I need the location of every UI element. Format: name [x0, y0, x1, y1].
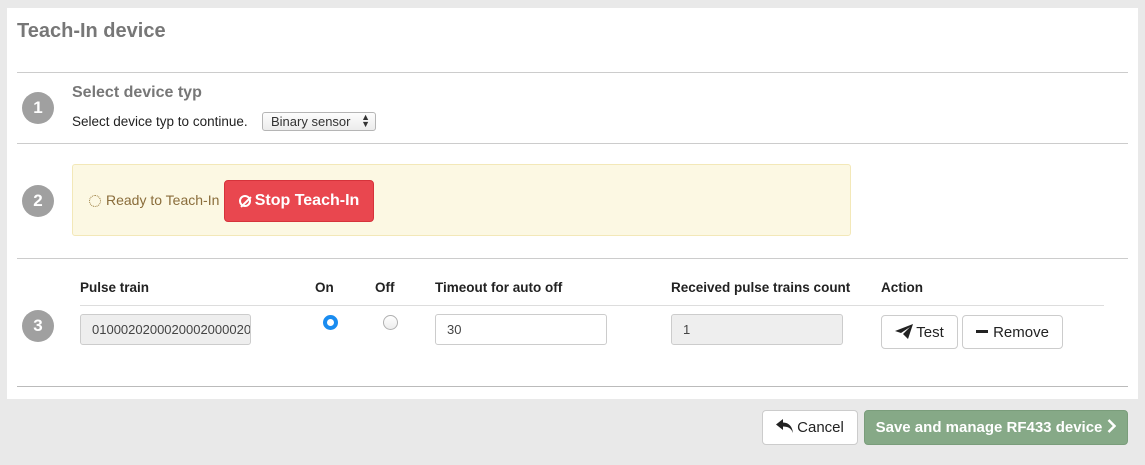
minus-icon [976, 329, 989, 333]
test-button-label: Test [916, 323, 944, 341]
cancel-button[interactable]: Cancel [762, 410, 858, 445]
remove-button[interactable]: Remove [962, 315, 1063, 349]
device-type-select[interactable]: Binary sensor ▲ ▼ [262, 112, 376, 131]
panel-title: Teach-In device [17, 20, 166, 42]
column-header-off: Off [375, 280, 395, 295]
teach-in-status-alert: Ready to Teach-In Stop Teach-In [72, 164, 851, 236]
column-header-action: Action [881, 280, 923, 295]
divider [17, 72, 1128, 73]
teach-in-status-text: Ready to Teach-In [106, 192, 220, 208]
stop-teach-in-label: Stop Teach-In [254, 192, 360, 209]
on-radio[interactable] [323, 315, 338, 330]
step-1-prompt: Select device typ to continue. [72, 114, 248, 129]
remove-button-label: Remove [993, 323, 1049, 341]
spinner-icon [89, 195, 101, 207]
table-header-rule [80, 305, 1104, 306]
column-header-pulse-train: Pulse train [80, 280, 150, 295]
step-2-badge: 2 [22, 185, 54, 217]
ban-icon [238, 195, 251, 207]
cancel-button-label: Cancel [797, 419, 844, 436]
undo-icon [776, 419, 794, 433]
step-3-badge: 3 [22, 310, 54, 342]
pulse-train-field[interactable]: 0100020200020002000020 [80, 314, 251, 345]
received-count-field: 1 [671, 314, 843, 345]
teach-in-panel: Teach-In device 1 Select device typ Sele… [7, 8, 1138, 399]
divider [17, 143, 1128, 144]
device-type-selected-value: Binary sensor [271, 114, 351, 129]
test-button[interactable]: Test [881, 315, 958, 349]
chevron-right-icon [1108, 419, 1117, 433]
save-button-label: Save and manage RF433 device [875, 419, 1103, 436]
step-1-title: Select device typ [72, 84, 202, 101]
bottom-rule [17, 386, 1128, 387]
off-radio[interactable] [383, 315, 398, 330]
save-and-manage-button[interactable]: Save and manage RF433 device [864, 410, 1128, 445]
select-arrows-icon: ▲ ▼ [361, 112, 370, 129]
divider [17, 258, 1128, 259]
paper-plane-icon [895, 323, 914, 339]
page-background: Teach-In device 1 Select device typ Sele… [0, 0, 1145, 465]
column-header-on: On [315, 280, 334, 295]
column-header-timeout: Timeout for auto off [435, 280, 563, 295]
column-header-received-count: Received pulse trains count [671, 280, 851, 295]
timeout-input[interactable]: 30 [435, 314, 607, 345]
step-1-badge: 1 [22, 92, 54, 124]
stop-teach-in-button[interactable]: Stop Teach-In [224, 180, 374, 222]
